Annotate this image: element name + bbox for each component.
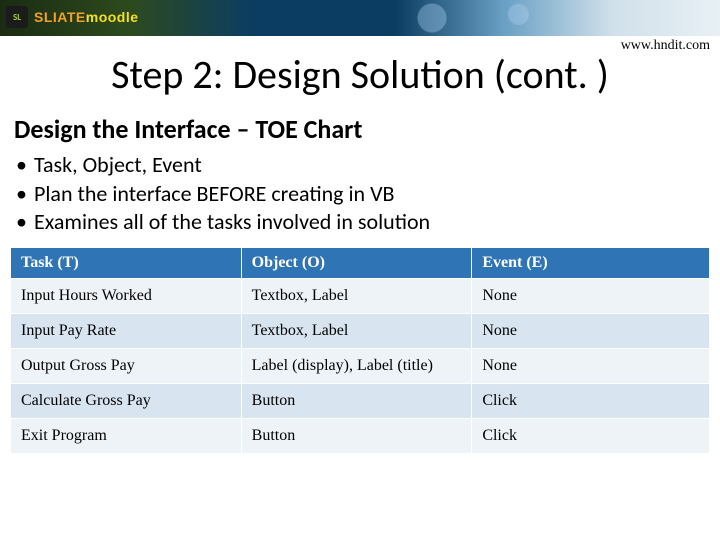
cell-task: Calculate Gross Pay <box>11 383 242 418</box>
bullet-item: Examines all of the tasks involved in so… <box>14 208 720 237</box>
cell-task: Input Pay Rate <box>11 313 242 348</box>
cell-task: Output Gross Pay <box>11 348 242 383</box>
table-row: Calculate Gross Pay Button Click <box>11 383 710 418</box>
subtitle: Design the Interface – TOE Chart <box>14 113 720 145</box>
brand-block: SL SLIATEmoodle <box>6 6 139 28</box>
page-title: Step 2: Design Solution (cont. ) <box>0 50 720 99</box>
table-header-object: Object (O) <box>241 247 472 278</box>
table-row: Output Gross Pay Label (display), Label … <box>11 348 710 383</box>
table-row: Input Pay Rate Textbox, Label None <box>11 313 710 348</box>
bullet-list: Task, Object, Event Plan the interface B… <box>14 151 720 237</box>
cell-event: None <box>472 348 710 383</box>
slide: SL SLIATEmoodle www.hndit.com Step 2: De… <box>0 0 720 540</box>
toe-chart-table: Task (T) Object (O) Event (E) Input Hour… <box>10 247 710 454</box>
brand-text-a: SLIATE <box>34 9 86 25</box>
table-header-row: Task (T) Object (O) Event (E) <box>11 247 710 278</box>
cell-event: None <box>472 313 710 348</box>
header-banner: SL SLIATEmoodle <box>0 0 720 36</box>
bullet-item: Task, Object, Event <box>14 151 720 180</box>
cell-object: Textbox, Label <box>241 278 472 313</box>
brand-text-b: moodle <box>86 9 139 25</box>
table-header-task: Task (T) <box>11 247 242 278</box>
cell-object: Label (display), Label (title) <box>241 348 472 383</box>
brand-badge-icon: SL <box>6 6 28 28</box>
cell-event: Click <box>472 418 710 453</box>
cell-event: Click <box>472 383 710 418</box>
source-url: www.hndit.com <box>621 38 710 54</box>
cell-event: None <box>472 278 710 313</box>
cell-object: Button <box>241 418 472 453</box>
table-row: Input Hours Worked Textbox, Label None <box>11 278 710 313</box>
cell-task: Exit Program <box>11 418 242 453</box>
cell-task: Input Hours Worked <box>11 278 242 313</box>
bullet-item: Plan the interface BEFORE creating in VB <box>14 180 720 209</box>
cell-object: Button <box>241 383 472 418</box>
cell-object: Textbox, Label <box>241 313 472 348</box>
table-header-event: Event (E) <box>472 247 710 278</box>
brand-text: SLIATEmoodle <box>34 9 139 25</box>
table-row: Exit Program Button Click <box>11 418 710 453</box>
